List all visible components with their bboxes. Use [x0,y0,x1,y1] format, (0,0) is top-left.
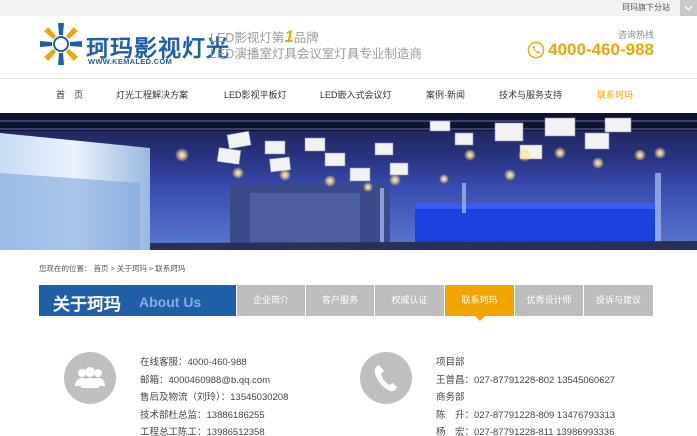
contact-line-business-2: 杨 宏：027-87791228-811 13986993336 [436,427,615,436]
subtab-customer-service[interactable]: 客户服务 [306,285,374,316]
section-title-en: About Us [139,294,202,310]
nav-item-support[interactable]: 技术与服务支持 [499,88,562,101]
hotline-phone: 4000-460-988 [527,40,654,60]
breadcrumb-home[interactable]: 首页 [94,264,109,273]
site-logo[interactable]: 珂玛影视灯光 WWW.KEMALED.COM [38,21,229,69]
contact-people-icon-circle [64,352,116,404]
slogan-line-1: LED影视灯第1品牌 [210,27,422,46]
sub-site-dropdown-toggle[interactable] [680,0,697,16]
section-title: 关于珂玛 About Us [39,285,236,316]
phone-number: 4000-460-988 [548,40,654,59]
contact-list-right: 项目部 王普昌：027-87791228-802 13545060627 商务部… [436,354,615,436]
contact-line-business-1: 陈 升：027-87791228-809 13476793313 [436,409,616,421]
slogan-line-2: LED演播室灯具会议室灯具专业制造商 [210,47,422,61]
slogan: LED影视灯第1品牌 LED演播室灯具会议室灯具专业制造商 [210,27,422,62]
contact-dept-business: 商务部 [436,392,465,403]
slogan-prefix: LED影视灯第 [210,31,285,45]
breadcrumb: 您现在的位置： 首页 > 关于珂玛 > 联系珂玛 [39,263,187,274]
breadcrumb-parent[interactable]: 关于珂玛 [117,264,147,273]
studio-lights-illustration [0,113,697,250]
nav-item-solutions[interactable]: 灯光工程解决方案 [116,88,188,101]
breadcrumb-separator: > [148,264,154,273]
nav-item-contact[interactable]: 联系珂玛 [597,88,633,101]
active-tab-pointer [474,316,485,321]
breadcrumb-current: 联系珂玛 [155,264,186,273]
nav-item-home[interactable]: 首 页 [56,88,83,101]
sub-site-link[interactable]: 珂玛旗下分站 [614,0,678,16]
subtab-contact-label: 联系珂玛 [461,295,498,305]
logo-star-icon [40,23,82,65]
contact-phone-icon-circle [360,352,412,404]
people-icon [75,367,105,388]
top-bar: 珂玛旗下分站 [0,0,697,16]
contact-dept-project: 项目部 [436,357,465,368]
subtab-designers[interactable]: 优秀设计师 [515,285,583,316]
handset-icon [374,365,397,392]
nav-item-recessed-lights[interactable]: LED嵌入式会议灯 [320,88,392,101]
subtab-certification[interactable]: 权威认证 [375,285,444,316]
main-nav: 首 页 灯光工程解决方案 LED影视平板灯 LED嵌入式会议灯 案例·新闻 技术… [0,78,697,113]
subtab-contact[interactable]: 联系珂玛 [445,285,514,321]
section-title-cn: 关于珂玛 [53,295,121,314]
logo-text-en: WWW.KEMALED.COM [88,57,173,66]
breadcrumb-separator: > [110,264,115,273]
subtab-feedback[interactable]: 投诉与建议 [584,285,653,316]
header: 珂玛影视灯光 WWW.KEMALED.COM LED影视灯第1品牌 LED演播室… [0,16,697,78]
contact-line-tech-director: 技术部杜总监：13886186255 [140,409,265,421]
contact-line-after-sales: 售后及物流（刘玲）：13545030208 [140,392,289,403]
contact-line-email[interactable]: 邮箱：4000460988@b.qq.com [140,372,288,390]
contact-line-chief-engineer: 工程总工陈工：13986512358 [140,427,265,436]
contact-line-online-service: 在线客服：4000-460-988 [140,357,247,368]
slogan-suffix: 品牌 [293,31,319,45]
breadcrumb-prefix: 您现在的位置： [39,264,92,273]
chevron-down-icon [684,5,693,11]
nav-item-panel-lights[interactable]: LED影视平板灯 [224,88,287,101]
contact-line-project-manager: 王普昌：027-87791228-802 13545060627 [436,374,616,386]
contact-list-left: 在线客服：4000-460-988 邮箱：4000460988@b.qq.com… [140,354,288,436]
nav-item-cases-news[interactable]: 案例·新闻 [426,88,465,101]
banner-image [0,113,697,250]
subtab-company-profile[interactable]: 企业简介 [237,285,305,316]
phone-icon [527,41,545,59]
slogan-number: 1 [284,27,294,46]
